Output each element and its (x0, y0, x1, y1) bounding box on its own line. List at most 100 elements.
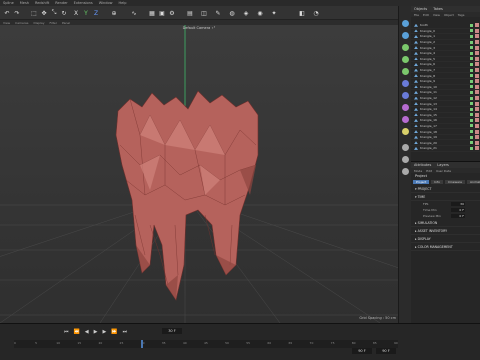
viewport-menu-display[interactable]: Display (33, 21, 44, 25)
select-icon[interactable]: ⬚ (30, 9, 38, 17)
material-tag-icon[interactable] (475, 84, 479, 89)
null-icon[interactable] (402, 44, 409, 51)
layout-icon[interactable]: ◧ (298, 9, 306, 17)
object-menu-file[interactable]: File (414, 13, 419, 17)
visibility-check-icon[interactable] (470, 85, 473, 89)
material-tag-icon[interactable] (475, 51, 479, 56)
subtab-project[interactable]: Project (413, 180, 430, 184)
render-settings-icon[interactable]: ⚙ (168, 9, 176, 17)
viewport-menu-panel[interactable]: Panel (62, 21, 70, 25)
deformer-icon[interactable] (402, 80, 409, 87)
sphere-icon[interactable]: ◍ (228, 9, 236, 17)
section-project[interactable]: ▾ PROJECT (411, 185, 480, 193)
tooth-model[interactable] (115, 90, 259, 301)
visibility-check-icon[interactable] (470, 46, 473, 50)
visibility-check-icon[interactable] (470, 90, 473, 94)
timeline-ruler[interactable]: 051015202530354045505560657075808590 (14, 340, 398, 348)
next-frame-icon[interactable]: ▶ (102, 329, 106, 335)
material-tag-icon[interactable] (475, 101, 479, 106)
visibility-check-icon[interactable] (470, 34, 473, 38)
play-icon[interactable]: ▶ (94, 329, 98, 335)
viewport-menu-view[interactable]: View (3, 21, 10, 25)
visibility-check-icon[interactable] (470, 40, 473, 44)
subtab-cineware[interactable]: Cineware (444, 180, 465, 184)
camera-icon[interactable]: ◉ (256, 9, 264, 17)
rotate-icon[interactable]: ↻ (60, 9, 68, 17)
visibility-check-icon[interactable] (470, 62, 473, 66)
go-end-icon[interactable]: ⏭ (123, 329, 128, 335)
pen-icon[interactable]: ✎ (214, 9, 222, 17)
visibility-check-icon[interactable] (470, 79, 473, 83)
sphere-icon[interactable] (402, 32, 409, 39)
visibility-check-icon[interactable] (470, 74, 473, 78)
subtab-info[interactable]: Info (431, 180, 443, 184)
environment-icon[interactable] (402, 144, 409, 151)
settings-icon[interactable] (402, 168, 409, 175)
camera-icon[interactable] (402, 116, 409, 123)
tab-objects[interactable]: Objects (414, 7, 427, 11)
material-tag-icon[interactable] (475, 129, 479, 134)
visibility-check-icon[interactable] (470, 57, 473, 61)
go-start-icon[interactable]: ⏮ (64, 329, 69, 335)
visibility-check-icon[interactable] (470, 146, 473, 150)
cube-icon[interactable] (402, 20, 409, 27)
spline-icon[interactable] (402, 56, 409, 63)
material-tag-icon[interactable] (475, 135, 479, 140)
material-tag-icon[interactable] (475, 23, 479, 28)
current-frame-field[interactable]: 30 F (162, 328, 182, 334)
generator-icon[interactable] (402, 68, 409, 75)
object-menu-tags[interactable]: Tags (458, 13, 465, 17)
attribute-menu-mode[interactable]: Mode (414, 169, 422, 173)
axis-z-icon[interactable]: Z (92, 9, 100, 17)
visibility-check-icon[interactable] (470, 118, 473, 122)
visibility-check-icon[interactable] (470, 135, 473, 139)
material-tag-icon[interactable] (475, 146, 479, 151)
material-tag-icon[interactable] (475, 90, 479, 95)
visibility-check-icon[interactable] (470, 102, 473, 106)
scale-icon[interactable]: ⤡ (50, 9, 58, 17)
object-row[interactable]: triangle_21 (411, 146, 480, 152)
snap-icon[interactable]: ∿ (130, 9, 138, 17)
viewport-menu-cameras[interactable]: Cameras (15, 21, 28, 25)
menu-window[interactable]: Window (99, 1, 113, 5)
coordinate-icon[interactable]: ⊕ (110, 9, 118, 17)
visibility-check-icon[interactable] (470, 141, 473, 145)
material-tag-icon[interactable] (475, 40, 479, 45)
render-view-icon[interactable]: ▣ (158, 9, 166, 17)
visibility-check-icon[interactable] (470, 96, 473, 100)
material-tag-icon[interactable] (475, 112, 479, 117)
section-time[interactable]: ▾ TIME (411, 193, 480, 201)
light-icon[interactable]: ✦ (270, 9, 278, 17)
light-icon[interactable] (402, 128, 409, 135)
next-key-icon[interactable]: ⏩ (111, 329, 117, 335)
visibility-check-icon[interactable] (470, 124, 473, 128)
section-asset-inventory[interactable]: ▸ ASSET INVENTORY (411, 227, 480, 235)
tab-attributes[interactable]: Attributes (414, 163, 431, 167)
render-region-icon[interactable]: ▦ (148, 9, 156, 17)
material-tag-icon[interactable] (475, 118, 479, 123)
redo-icon[interactable]: ↷ (13, 9, 21, 17)
cube-icon[interactable]: ◫ (200, 9, 208, 17)
subtab-animation[interactable]: Animation (466, 180, 480, 184)
menu-mesh[interactable]: Mesh (20, 1, 29, 5)
material-tag-icon[interactable] (475, 96, 479, 101)
material-tag-icon[interactable] (475, 68, 479, 73)
end-frame-field[interactable]: 90 F (352, 348, 372, 354)
tab-takes[interactable]: Takes (433, 7, 443, 11)
visibility-check-icon[interactable] (470, 113, 473, 117)
axis-x-icon[interactable]: X (72, 9, 80, 17)
prev-key-icon[interactable]: ⏪ (74, 329, 80, 335)
mograph-icon[interactable] (402, 104, 409, 111)
section-color-management[interactable]: ▸ COLOR MANAGEMENT (411, 243, 480, 251)
attribute-menu-edit[interactable]: Edit (426, 169, 432, 173)
playhead[interactable] (140, 340, 143, 348)
material-tag-icon[interactable] (475, 28, 479, 33)
mesh-icon[interactable]: ◔ (312, 9, 320, 17)
end-frame-field-2[interactable]: 90 F (376, 348, 396, 354)
visibility-check-icon[interactable] (470, 130, 473, 134)
axis-y-icon[interactable]: Y (82, 9, 90, 17)
move-icon[interactable]: ✥ (40, 9, 48, 17)
object-menu-view[interactable]: View (433, 13, 440, 17)
material-tag-icon[interactable] (475, 107, 479, 112)
grid-icon[interactable]: ▤ (186, 9, 194, 17)
